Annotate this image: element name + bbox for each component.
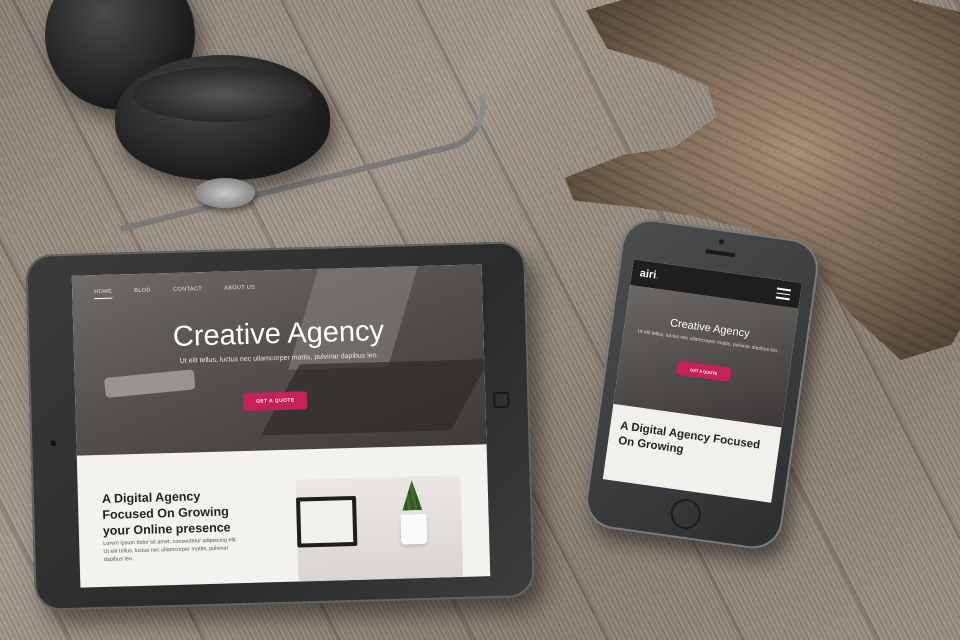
headphone-earcup-right <box>115 55 330 180</box>
photo-plant-pot <box>400 513 428 545</box>
nav-item-about-us[interactable]: ABOUT US <box>224 285 255 296</box>
nav-item-blog[interactable]: BLOG <box>134 288 151 298</box>
phone-home-button[interactable] <box>668 497 703 531</box>
nav-item-home[interactable]: HOME <box>94 288 113 300</box>
phone-screen: airi. Creative Agency Ut elit tellus, lu… <box>602 259 803 503</box>
phone-logo-dot: . <box>655 269 661 282</box>
hero-desk-phone <box>104 369 196 398</box>
phone-device: airi. Creative Agency Ut elit tellus, lu… <box>582 215 822 553</box>
tablet-section-text: Lorem ipsum dolor sit amet, consectetur … <box>103 537 238 563</box>
tablet-hero: HOME BLOG CONTACT ABOUT US Creative Agen… <box>71 264 490 456</box>
hamburger-menu-icon[interactable] <box>775 287 792 300</box>
phone-hero: Creative Agency Ut elit tellus, luctus n… <box>613 285 799 428</box>
phone-logo-text: airi <box>638 267 657 282</box>
phone-get-quote-button[interactable]: GET A QUOTE <box>676 360 732 382</box>
tablet-nav: HOME BLOG CONTACT ABOUT US <box>94 285 255 300</box>
photo-plant <box>392 480 433 517</box>
tablet-screen: HOME BLOG CONTACT ABOUT US Creative Agen… <box>71 264 491 588</box>
phone-camera <box>718 239 725 245</box>
phone-speaker <box>705 249 736 258</box>
photo-monitor <box>296 495 358 548</box>
tablet-home-button[interactable] <box>493 391 510 409</box>
tablet-section-photo <box>295 474 464 582</box>
nav-item-contact[interactable]: CONTACT <box>173 286 202 297</box>
headphones-decoration <box>40 0 510 233</box>
tablet-section-heading: A Digital Agency Focused On Growing your… <box>101 489 231 538</box>
headphone-hinge <box>195 178 255 208</box>
phone-section-heading: A Digital Agency Focused On Growing <box>617 420 761 457</box>
phone-logo[interactable]: airi. <box>639 267 660 282</box>
tablet-get-quote-button[interactable]: GET A QUOTE <box>243 391 308 412</box>
tablet-camera <box>50 440 57 447</box>
tablet-device: HOME BLOG CONTACT ABOUT US Creative Agen… <box>25 241 535 611</box>
